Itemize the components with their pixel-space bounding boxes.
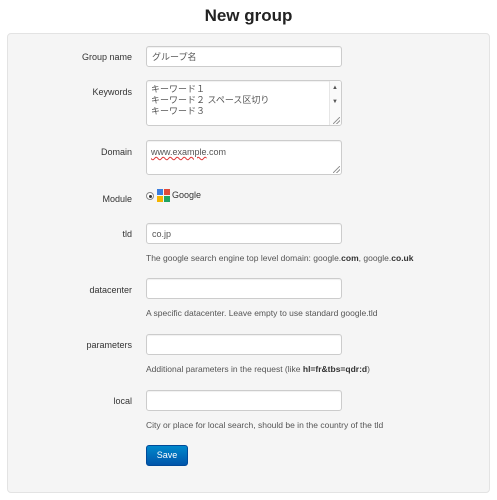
resize-grip-icon[interactable]: [333, 117, 340, 124]
group-name-label: Group name: [81, 52, 132, 62]
domain-label: Domain: [100, 147, 132, 157]
datacenter-help: A specific datacenter. Leave empty to us…: [146, 308, 378, 318]
resize-grip-icon[interactable]: [333, 166, 340, 173]
keyword-line: キーワード２ スペース区切り: [151, 95, 270, 105]
google-module-radio[interactable]: [146, 192, 154, 200]
local-label: local: [113, 396, 132, 406]
module-label: Module: [102, 194, 132, 204]
keywords-textarea[interactable]: キーワード１ キーワード２ スペース区切り キーワード３ ▲ ▼: [146, 80, 342, 126]
domain-value-suffix: .com: [206, 147, 227, 157]
google-module-icon: [157, 189, 170, 202]
local-input[interactable]: [146, 390, 342, 411]
google-module-label: Google: [172, 190, 202, 200]
parameters-help: Additional parameters in the request (li…: [146, 364, 370, 374]
group-name-input[interactable]: グループ名: [146, 46, 342, 67]
domain-textarea[interactable]: www.example.com: [146, 140, 342, 175]
domain-value-misspelled: www.example: [151, 147, 207, 157]
keyword-line: キーワード３: [151, 106, 206, 116]
keywords-label: Keywords: [92, 87, 132, 97]
datacenter-input[interactable]: [146, 278, 342, 299]
page-title: New group: [204, 6, 293, 25]
scroll-down-icon[interactable]: ▼: [332, 99, 338, 105]
save-button[interactable]: Save: [146, 445, 188, 466]
tld-input[interactable]: co.jp: [146, 223, 342, 244]
parameters-label: parameters: [86, 340, 132, 350]
parameters-input[interactable]: [146, 334, 342, 355]
datacenter-label: datacenter: [89, 285, 132, 295]
tld-help: The google search engine top level domai…: [146, 253, 414, 263]
local-help: City or place for local search, should b…: [146, 420, 384, 430]
keyword-line: キーワード１: [151, 84, 206, 94]
tld-label: tld: [122, 229, 132, 239]
scroll-up-icon[interactable]: ▲: [332, 85, 338, 91]
